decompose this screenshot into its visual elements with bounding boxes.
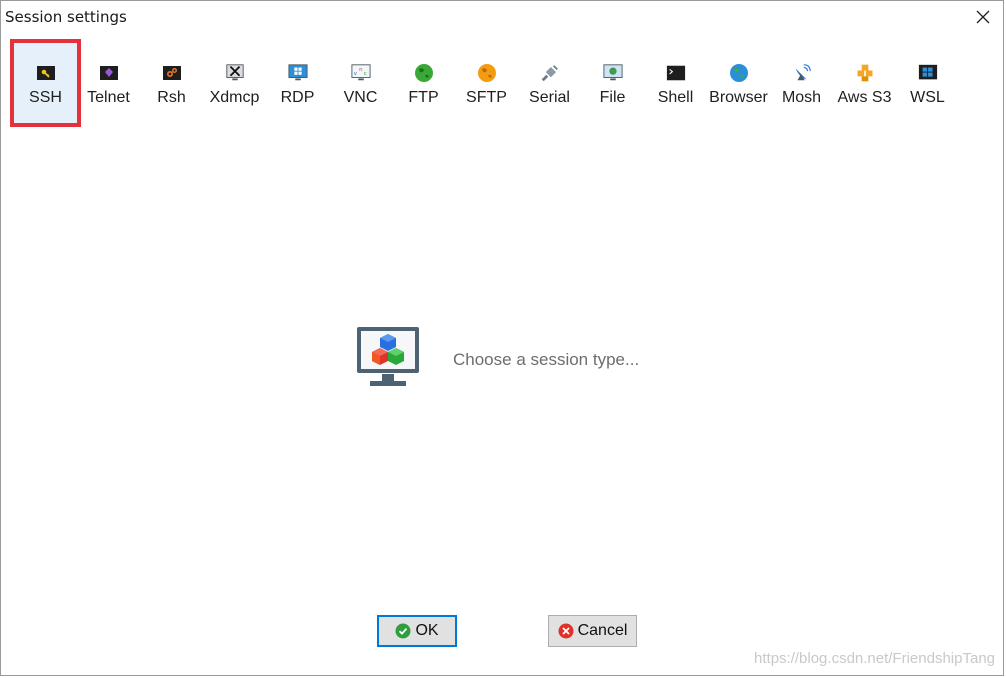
cancel-button[interactable]: Cancel: [548, 615, 637, 647]
session-type-label: Shell: [657, 89, 694, 106]
rsh-icon: [162, 63, 182, 83]
session-type-label: SSH: [29, 89, 62, 106]
ok-button[interactable]: OK: [377, 615, 457, 647]
session-type-label: Telnet: [87, 89, 130, 106]
close-button[interactable]: [971, 5, 995, 29]
session-type-rsh[interactable]: Rsh: [140, 43, 203, 123]
session-type-ftp[interactable]: FTP: [392, 43, 455, 123]
satellite-icon: [792, 63, 812, 83]
session-type-label: Xdmcp: [209, 89, 260, 106]
windows-logo-icon: [918, 63, 938, 83]
cancel-x-icon: [558, 623, 574, 639]
session-type-label: Serial: [529, 89, 570, 106]
session-type-shell[interactable]: Shell: [644, 43, 707, 123]
checkmark-icon: [395, 623, 411, 639]
session-type-telnet[interactable]: Telnet: [77, 43, 140, 123]
title-bar: Session settings: [1, 1, 1003, 33]
session-type-label: RDP: [280, 89, 315, 106]
session-type-rdp[interactable]: RDP: [266, 43, 329, 123]
session-type-file[interactable]: File: [581, 43, 644, 123]
session-type-label: FTP: [408, 89, 439, 106]
session-type-label: Aws S3: [837, 89, 892, 106]
session-type-label: Rsh: [157, 89, 186, 106]
x-icon: [225, 63, 245, 83]
key-icon: [36, 63, 56, 83]
session-type-toolbar: SSH Telnet Rsh Xdmcp RDP v n c VNC FTP S…: [10, 39, 959, 127]
session-type-ssh[interactable]: SSH: [10, 39, 81, 127]
svg-text:c: c: [363, 71, 366, 77]
empty-state: Choose a session type...: [356, 326, 639, 393]
windows-monitor-icon: [287, 63, 308, 83]
session-type-label: SFTP: [466, 89, 507, 106]
choose-session-hint: Choose a session type...: [453, 349, 640, 369]
file-monitor-icon: [602, 63, 623, 83]
cancel-button-label: Cancel: [577, 622, 628, 639]
session-type-wsl[interactable]: WSL: [896, 43, 959, 123]
session-type-label: File: [599, 89, 626, 106]
window-title: Session settings: [5, 8, 127, 26]
aws-cubes-icon: [855, 63, 875, 83]
session-type-serial[interactable]: Serial: [518, 43, 581, 123]
telnet-icon: [99, 63, 119, 83]
close-icon: [976, 10, 990, 24]
session-type-label: Browser: [709, 89, 768, 106]
ok-button-label: OK: [415, 622, 439, 639]
globe-blue-icon: [729, 63, 749, 83]
session-type-xdmcp[interactable]: Xdmcp: [203, 43, 266, 123]
serial-plug-icon: [540, 63, 560, 83]
globe-orange-icon: [477, 63, 497, 83]
session-type-vnc[interactable]: v n c VNC: [329, 43, 392, 123]
vnc-icon: v n c: [350, 63, 371, 83]
session-type-browser[interactable]: Browser: [707, 43, 770, 123]
session-type-mosh[interactable]: Mosh: [770, 43, 833, 123]
session-type-aws-s3[interactable]: Aws S3: [833, 43, 896, 123]
terminal-icon: [666, 63, 686, 83]
watermark-text: https://blog.csdn.net/FriendshipTang: [754, 650, 995, 667]
globe-green-icon: [414, 63, 434, 83]
svg-text:n: n: [359, 67, 362, 73]
session-type-label: Mosh: [781, 89, 822, 106]
session-type-sftp[interactable]: SFTP: [455, 43, 518, 123]
session-settings-dialog: Session settings SSH Telnet Rsh Xdmcp RD…: [0, 0, 1004, 676]
session-type-label: VNC: [343, 89, 378, 106]
session-type-label: WSL: [910, 89, 945, 106]
session-cubes-monitor-icon: [356, 326, 420, 393]
